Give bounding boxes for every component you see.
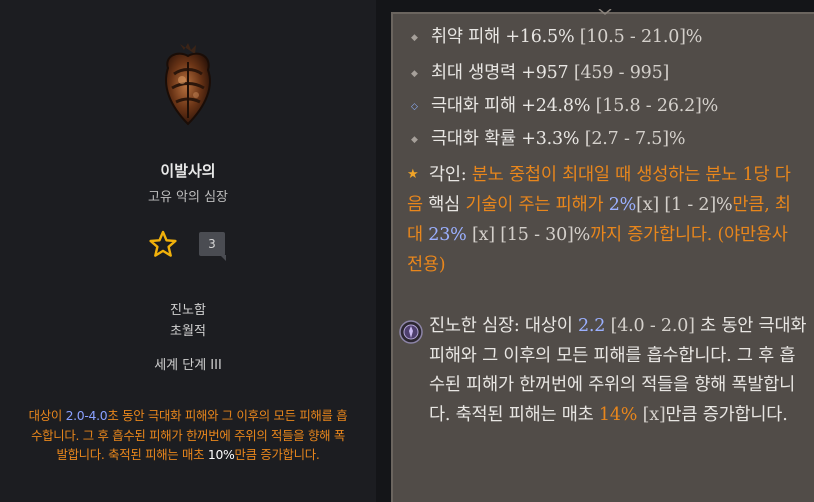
item-description: 대상이 2.0-4.0초 동안 극대화 피해와 그 이후의 모든 피해를 흡수합… [28, 408, 348, 462]
affix-row: ◇ 극대화 피해 +24.8% [15.8 - 26.2]% [411, 93, 804, 120]
quantity-badge: 3 [199, 232, 226, 261]
malignant-heart-icon [165, 43, 211, 126]
world-tier: 세계 단계 III [154, 358, 222, 373]
affix-row: ◆ 극대화 확률 +3.3% [2.7 - 7.5]% [411, 126, 804, 153]
star-icon: ★ [407, 167, 419, 182]
aspect-description: ★ 각인: 분노 중첩이 최대일 때 생성하는 분노 1당 다음 핵심 기술이 주… [407, 160, 802, 280]
affix-row: ◆ 최대 생명력 +957 [459 - 995] [411, 60, 804, 87]
diamond-bullet-icon: ◆ [411, 32, 418, 43]
wrathful-heart-socket-icon [399, 320, 423, 344]
item-tooltip: ◆ 취약 피해 +16.5% [10.5 - 21.0]% ◆ 최대 생명력 +95… [391, 9, 814, 502]
tooltip-notch [598, 9, 612, 15]
tag-wrathful: 진노함 [170, 303, 206, 318]
diamond-bullet-icon: ◆ [411, 134, 418, 145]
affix-row: ◆ 취약 피해 +16.5% [10.5 - 21.0]% [411, 24, 804, 51]
item-type: 고유 악의 심장 [147, 190, 229, 205]
item-name: 이발사의 [160, 162, 216, 180]
malignant-power-description: 진노한 심장: 대상이 2.2 [4.0 - 2.0] 초 동안 극대화 피해와… [429, 316, 807, 425]
quantity-count: 3 [208, 237, 216, 251]
item-detail-panel: 이발사의 고유 악의 심장 3 진노함 초월적 세계 단계 III 대상이 2.… [0, 0, 376, 502]
tag-transcendent: 초월적 [170, 324, 206, 339]
star-outline-icon[interactable] [148, 229, 178, 259]
diamond-bullet-icon: ◆ [411, 68, 418, 79]
greater-affix-bullet-icon: ◇ [411, 101, 418, 112]
